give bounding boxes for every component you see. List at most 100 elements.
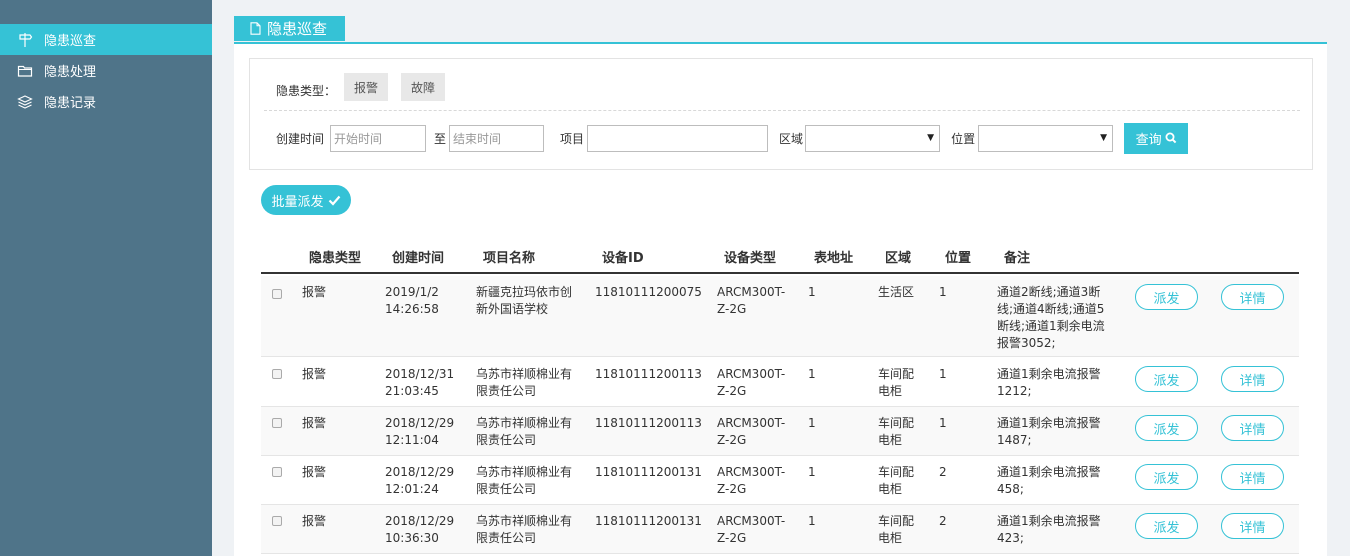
cell-time: 2018/12/31 21:03:45 (385, 367, 455, 398)
detail-button[interactable]: 详情 (1221, 366, 1284, 392)
cell-device-id: 11810111200131 (595, 465, 702, 479)
project-input[interactable] (587, 124, 769, 152)
dropdown-arrow-icon: ▼ (927, 132, 935, 143)
detail-button[interactable]: 详情 (1221, 284, 1284, 310)
area-select[interactable]: ▼ (805, 124, 941, 152)
dispatch-button[interactable]: 派发 (1135, 366, 1198, 392)
search-row: 创建时间 开始时间 至 结束时间 项目 区域 ▼ 位置 ▼ 查询 (276, 122, 1189, 154)
row-checkbox[interactable] (272, 418, 282, 428)
table-row: 报警 2018/12/31 21:03:45 乌苏市祥顺棉业有 限责任公司 1181… (261, 358, 1299, 407)
start-time-input[interactable]: 开始时间 (330, 124, 427, 152)
header-note: 备注 (1004, 251, 1031, 266)
cell-project: 乌苏市祥顺棉业有 限责任公司 (476, 416, 573, 447)
cell-device-id: 11810111200113 (595, 416, 702, 430)
cell-area: 车间配 电柜 (878, 514, 915, 545)
area-label: 区域 (779, 131, 804, 146)
cell-meter-address: 1 (808, 514, 816, 528)
cell-position: 1 (939, 367, 947, 381)
cell-position: 1 (939, 416, 947, 430)
header-meter-address: 表地址 (814, 251, 854, 266)
table-row: 报警 2019/1/2 14:26:58 新疆克拉玛依市创 新外国语学校 11810… (261, 276, 1299, 357)
sidebar-item-inspection[interactable]: 隐患巡查 (0, 24, 212, 55)
query-button[interactable]: 查询 (1124, 122, 1189, 154)
type-filter-row: 隐患类型： 报警 故障 (276, 73, 458, 101)
cell-note: 通道1剩余电流报警 423; (997, 514, 1101, 545)
header-area: 区域 (885, 251, 912, 266)
table-row: 报警 2018/12/29 12:01:24 乌苏市祥顺棉业有 限责任公司 1181… (261, 456, 1299, 505)
cell-device-type: ARCM300T- Z-2G (717, 465, 786, 496)
type-filter-label: 隐患类型： (276, 83, 337, 98)
cell-area: 车间配 电柜 (878, 367, 915, 398)
position-label: 位置 (951, 131, 976, 146)
sidebar-item-label: 隐患巡查 (44, 34, 97, 49)
cell-time: 2018/12/29 10:36:30 (385, 514, 455, 545)
dispatch-button[interactable]: 派发 (1135, 513, 1198, 539)
cell-meter-address: 1 (808, 285, 816, 299)
dispatch-button[interactable]: 派发 (1135, 284, 1198, 310)
page-tab[interactable]: 隐患巡查 (234, 16, 346, 41)
table-header: 隐患类型 创建时间 项目名称 设备ID 设备类型 表地址 区域 位置 备注 (261, 244, 1299, 274)
type-fault-button[interactable]: 故障 (401, 73, 446, 101)
search-icon (1165, 132, 1176, 144)
divider (264, 110, 1300, 111)
cell-project: 乌苏市祥顺棉业有 限责任公司 (476, 465, 573, 496)
dispatch-button[interactable]: 派发 (1135, 415, 1198, 441)
cell-position: 1 (939, 285, 947, 299)
cell-device-type: ARCM300T- Z-2G (717, 367, 786, 398)
header-device-id: 设备ID (602, 251, 644, 266)
table-row: 报警 2018/12/29 12:11:04 乌苏市祥顺棉业有 限责任公司 1181… (261, 407, 1299, 456)
cell-project: 新疆克拉玛依市创 新外国语学校 (476, 285, 573, 316)
cell-time: 2019/1/2 14:26:58 (385, 285, 439, 316)
cell-type: 报警 (302, 514, 327, 528)
cell-area: 车间配 电柜 (878, 416, 915, 447)
to-label: 至 (434, 131, 447, 146)
cell-device-id: 11810111200131 (595, 514, 702, 528)
filter-panel: 隐患类型： 报警 故障 创建时间 开始时间 至 结束时间 项目 区域 ▼ 位置 … (249, 58, 1313, 170)
check-icon (328, 195, 340, 206)
position-select[interactable]: ▼ (978, 124, 1114, 152)
cell-meter-address: 1 (808, 465, 816, 479)
cell-device-type: ARCM300T- Z-2G (717, 285, 786, 316)
document-icon (250, 22, 262, 35)
detail-button[interactable]: 详情 (1221, 513, 1284, 539)
cell-note: 通道1剩余电流报警 1487; (997, 416, 1101, 447)
cell-time: 2018/12/29 12:01:24 (385, 465, 455, 496)
cell-device-id: 11810111200113 (595, 367, 702, 381)
header-device-type: 设备类型 (724, 251, 777, 266)
layers-icon (17, 94, 33, 110)
dispatch-button[interactable]: 派发 (1135, 464, 1198, 490)
cell-type: 报警 (302, 465, 327, 479)
sidebar-item-records[interactable]: 隐患记录 (0, 86, 212, 117)
cell-meter-address: 1 (808, 416, 816, 430)
detail-button[interactable]: 详情 (1221, 415, 1284, 441)
cell-meter-address: 1 (808, 367, 816, 381)
folder-icon (17, 63, 33, 79)
cell-project: 乌苏市祥顺棉业有 限责任公司 (476, 514, 573, 545)
row-checkbox[interactable] (272, 369, 282, 379)
row-checkbox[interactable] (272, 467, 282, 477)
batch-dispatch-button[interactable]: 批量派发 (261, 185, 351, 215)
cell-position: 2 (939, 514, 947, 528)
cell-type: 报警 (302, 285, 327, 299)
sidebar-item-label: 隐患处理 (44, 65, 97, 80)
row-checkbox[interactable] (272, 289, 282, 299)
row-checkbox[interactable] (272, 516, 282, 526)
main-area: 隐患巡查 隐患类型： 报警 故障 创建时间 开始时间 至 结束时间 项目 区域 … (234, 16, 1327, 556)
cell-time: 2018/12/29 12:11:04 (385, 416, 455, 447)
cell-project: 乌苏市祥顺棉业有 限责任公司 (476, 367, 573, 398)
project-label: 项目 (560, 131, 585, 146)
content-panel: 隐患类型： 报警 故障 创建时间 开始时间 至 结束时间 项目 区域 ▼ 位置 … (234, 44, 1327, 556)
header-time: 创建时间 (392, 251, 445, 266)
cell-area: 生活区 (878, 285, 915, 299)
cell-note: 通道2断线;通道3断 线;通道4断线;通道5 断线;通道1剩余电流 报警3052; (997, 285, 1105, 350)
header-position: 位置 (945, 251, 972, 266)
detail-button[interactable]: 详情 (1221, 464, 1284, 490)
end-time-input[interactable]: 结束时间 (449, 124, 545, 152)
header-type: 隐患类型 (309, 251, 362, 266)
sidebar: 隐患巡查 隐患处理 隐患记录 (0, 0, 212, 556)
type-alarm-button[interactable]: 报警 (344, 73, 389, 101)
cell-device-type: ARCM300T- Z-2G (717, 416, 786, 447)
query-button-label: 查询 (1135, 132, 1162, 148)
cell-note: 通道1剩余电流报警 458; (997, 465, 1101, 496)
sidebar-item-handling[interactable]: 隐患处理 (0, 55, 212, 86)
